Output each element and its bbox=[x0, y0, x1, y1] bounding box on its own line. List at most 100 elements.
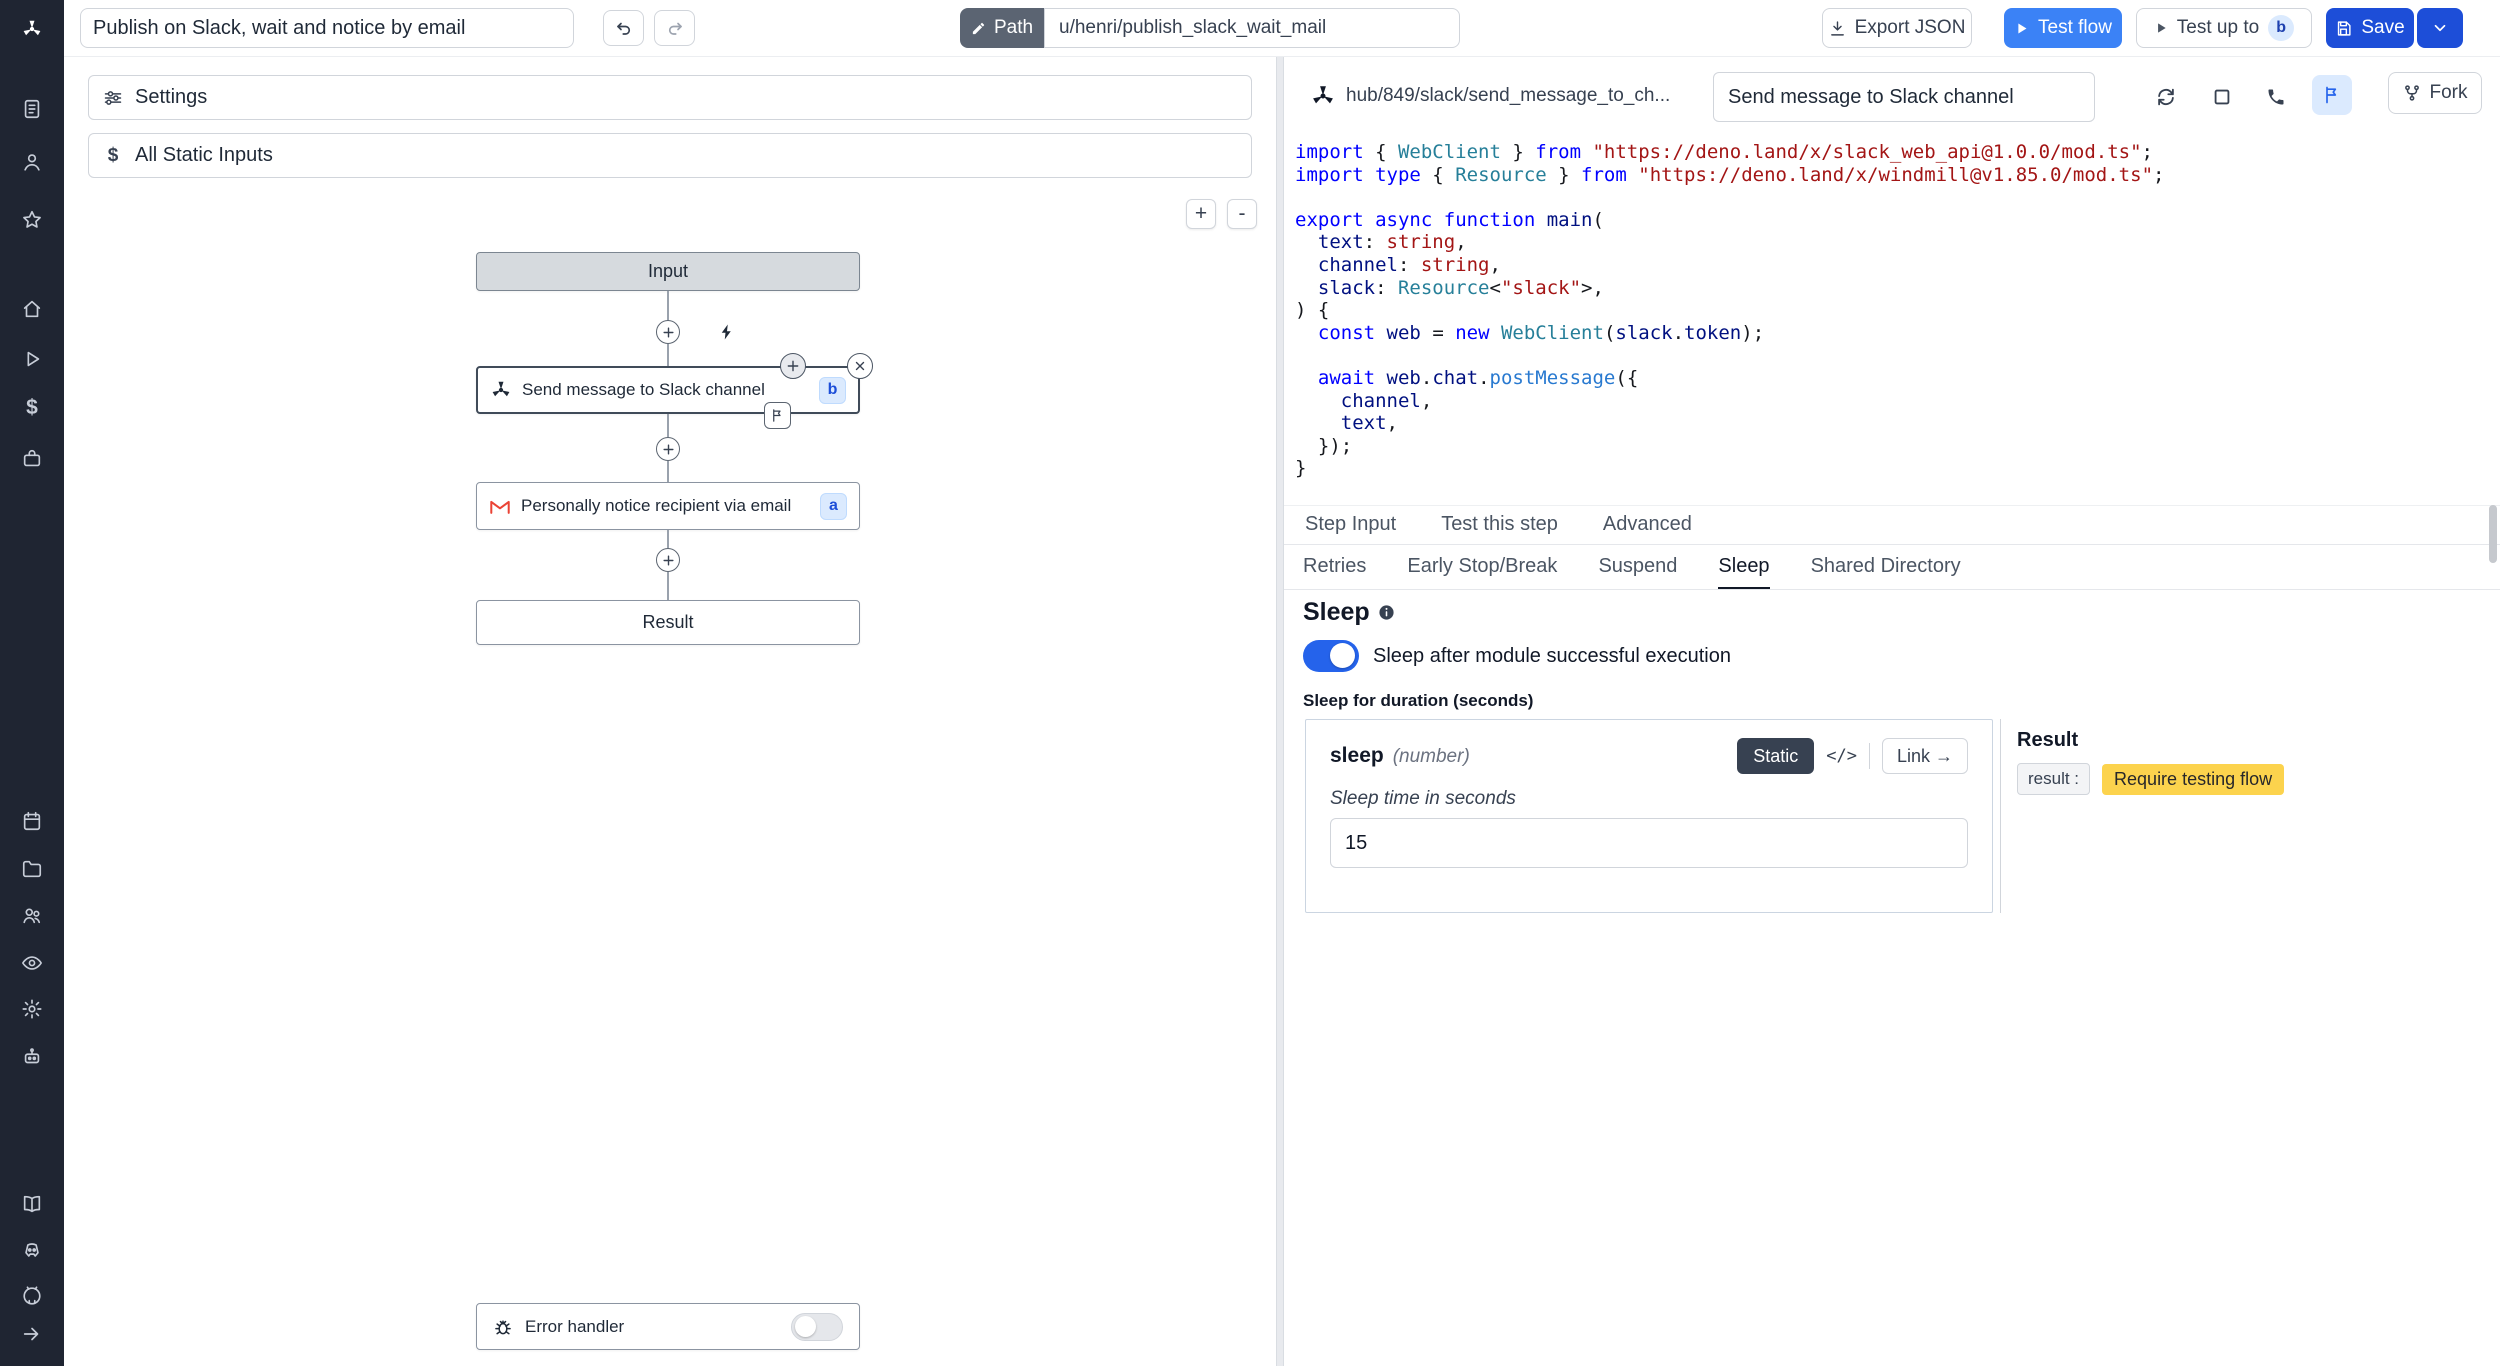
delete-step-button[interactable] bbox=[847, 353, 873, 379]
tab-early-stop-break[interactable]: Early Stop/Break bbox=[1407, 545, 1557, 589]
step-name-input[interactable] bbox=[1713, 72, 2095, 122]
test-flow-label: Test flow bbox=[2038, 17, 2112, 39]
home-icon[interactable] bbox=[18, 295, 46, 323]
tab-retries[interactable]: Retries bbox=[1303, 545, 1366, 589]
path-button[interactable]: Path bbox=[960, 8, 1044, 48]
export-json-label: Export JSON bbox=[1855, 17, 1966, 39]
windmill-gear-icon bbox=[490, 379, 512, 401]
fork-label: Fork bbox=[2430, 82, 2468, 104]
save-menu-button[interactable] bbox=[2417, 8, 2463, 48]
save-button[interactable]: Save bbox=[2326, 8, 2414, 48]
tab-test-this-step[interactable]: Test this step bbox=[1441, 506, 1558, 544]
zoom-out-button[interactable]: - bbox=[1227, 199, 1257, 229]
code-line bbox=[1295, 186, 2486, 209]
bug-icon bbox=[493, 1317, 513, 1337]
eye-icon[interactable] bbox=[18, 949, 46, 977]
static-inputs-bar[interactable]: $ All Static Inputs bbox=[88, 133, 1252, 178]
lightning-icon[interactable] bbox=[715, 320, 739, 344]
add-branch-button[interactable] bbox=[780, 353, 806, 379]
result-node-label: Result bbox=[642, 612, 693, 633]
error-handler-node[interactable]: Error handler bbox=[476, 1303, 860, 1350]
variables-icon[interactable]: $ bbox=[18, 394, 46, 422]
result-title: Result bbox=[2017, 729, 2078, 752]
info-icon[interactable] bbox=[1378, 604, 1395, 621]
flow-title-input[interactable] bbox=[80, 8, 574, 48]
runs-icon[interactable] bbox=[18, 345, 46, 373]
email-node-label: Personally notice recipient via email bbox=[521, 496, 810, 516]
tab-shared-directory[interactable]: Shared Directory bbox=[1811, 545, 1961, 589]
step-tabs: Step Input Test this step Advanced bbox=[1284, 505, 2500, 545]
tab-advanced[interactable]: Advanced bbox=[1603, 506, 1692, 544]
scrollbar-thumb[interactable] bbox=[2489, 505, 2497, 563]
redo-button[interactable] bbox=[654, 10, 695, 46]
link-mode-button[interactable]: Link → bbox=[1882, 738, 1968, 774]
topbar: Path Export JSON Test flow Test up to b … bbox=[64, 0, 2500, 57]
static-mode-button[interactable]: Static bbox=[1737, 738, 1814, 774]
sleep-title: Sleep bbox=[1303, 598, 1370, 627]
insert-step-button[interactable] bbox=[656, 320, 680, 344]
gear-icon[interactable] bbox=[18, 995, 46, 1023]
export-json-button[interactable]: Export JSON bbox=[1822, 8, 1972, 48]
star-icon[interactable] bbox=[18, 206, 46, 234]
pencil-icon bbox=[971, 21, 986, 36]
undo-icon bbox=[615, 19, 633, 37]
docs-icon[interactable] bbox=[18, 95, 46, 123]
control-divider bbox=[1869, 743, 1870, 769]
code-line: text: string, bbox=[1295, 231, 2486, 254]
settings-bar[interactable]: Settings bbox=[88, 75, 1252, 120]
flow-node-input[interactable]: Input bbox=[476, 252, 860, 291]
square-icon[interactable] bbox=[2208, 83, 2236, 111]
email-node-badge: a bbox=[820, 493, 847, 520]
result-value-badge: Require testing flow bbox=[2102, 764, 2284, 795]
fork-button[interactable]: Fork bbox=[2388, 72, 2482, 114]
discord-icon[interactable] bbox=[18, 1236, 46, 1264]
code-editor[interactable]: import { WebClient } from "https://deno.… bbox=[1284, 141, 2486, 480]
sleep-arg-card: sleep (number) Static </> Link → Sleep t… bbox=[1305, 719, 1993, 913]
panel-resize-handle[interactable] bbox=[1276, 57, 1284, 1366]
user-icon[interactable] bbox=[18, 148, 46, 176]
zoom-in-button[interactable]: + bbox=[1186, 199, 1216, 229]
result-divider bbox=[2000, 719, 2001, 913]
insert-step-button[interactable] bbox=[656, 548, 680, 572]
diff-toggle-active[interactable] bbox=[2312, 75, 2352, 115]
resources-icon[interactable] bbox=[18, 445, 46, 473]
flow-node-email[interactable]: Personally notice recipient via email a bbox=[476, 482, 860, 530]
sleep-seconds-input[interactable] bbox=[1330, 818, 1968, 868]
test-flow-button[interactable]: Test flow bbox=[2004, 8, 2122, 48]
code-icon[interactable]: </> bbox=[1826, 746, 1857, 766]
sleep-duration-label: Sleep for duration (seconds) bbox=[1303, 691, 1533, 711]
save-label: Save bbox=[2361, 17, 2404, 39]
worker-icon[interactable] bbox=[18, 1043, 46, 1071]
windmill-logo[interactable] bbox=[18, 15, 46, 43]
sleep-toggle[interactable] bbox=[1303, 640, 1359, 672]
flow-node-result[interactable]: Result bbox=[476, 600, 860, 645]
settings-bar-label: Settings bbox=[135, 86, 207, 109]
github-icon[interactable] bbox=[18, 1282, 46, 1310]
groups-icon[interactable] bbox=[18, 901, 46, 929]
tab-suspend[interactable]: Suspend bbox=[1598, 545, 1677, 589]
test-up-to-button[interactable]: Test up to b bbox=[2136, 8, 2312, 48]
gmail-icon bbox=[489, 498, 511, 515]
path-input[interactable] bbox=[1044, 8, 1460, 48]
book-icon[interactable] bbox=[18, 1190, 46, 1218]
flow-connector bbox=[667, 414, 669, 437]
diff-icon[interactable] bbox=[764, 402, 791, 429]
sidebar: $ bbox=[0, 0, 64, 1366]
tab-sleep[interactable]: Sleep bbox=[1718, 545, 1769, 589]
expand-icon[interactable] bbox=[18, 1320, 46, 1348]
undo-button[interactable] bbox=[603, 10, 644, 46]
hub-script-path: hub/849/slack/send_message_to_ch... bbox=[1346, 85, 1702, 107]
flow-connector bbox=[667, 291, 669, 321]
error-handler-toggle[interactable] bbox=[791, 1313, 843, 1341]
phone-icon[interactable] bbox=[2262, 83, 2290, 111]
code-line: await web.chat.postMessage({ bbox=[1295, 367, 2486, 390]
slack-node-label: Send message to Slack channel bbox=[522, 380, 809, 400]
code-line: export async function main( bbox=[1295, 209, 2486, 232]
schedules-icon[interactable] bbox=[18, 807, 46, 835]
insert-step-button[interactable] bbox=[656, 437, 680, 461]
chevron-down-icon bbox=[2431, 19, 2449, 37]
tab-step-input[interactable]: Step Input bbox=[1305, 506, 1396, 544]
refresh-icon[interactable] bbox=[2152, 83, 2180, 111]
folders-icon[interactable] bbox=[18, 855, 46, 883]
path-button-label: Path bbox=[994, 17, 1033, 39]
